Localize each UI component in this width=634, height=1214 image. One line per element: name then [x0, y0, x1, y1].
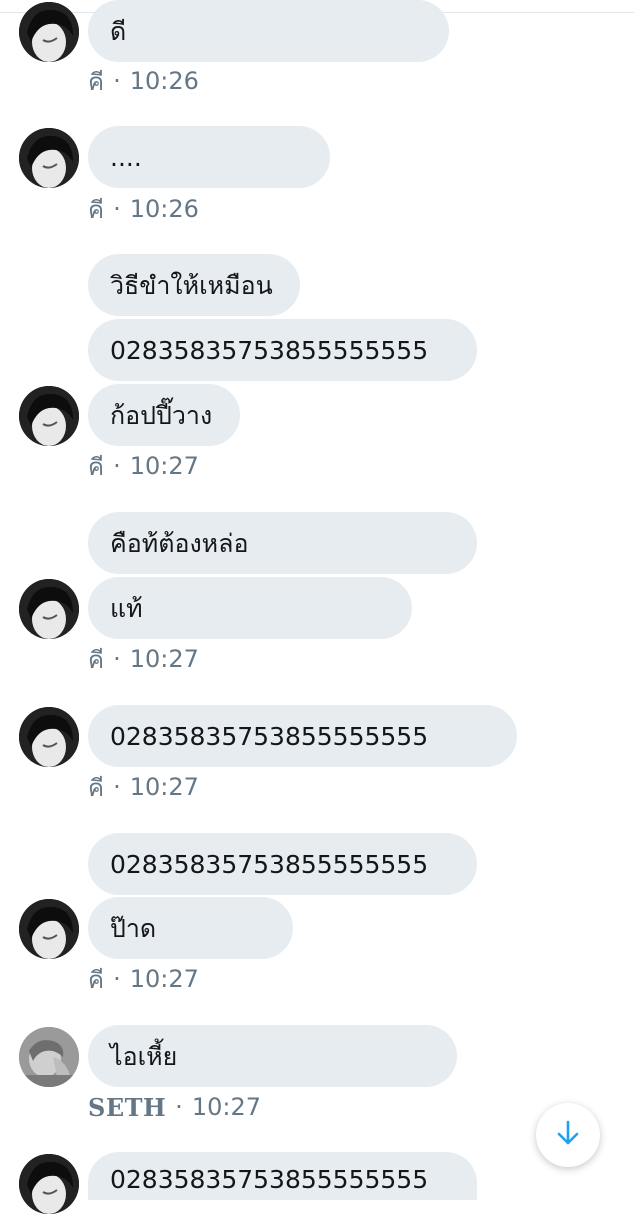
timestamp: 10:27 [191, 1093, 261, 1121]
message-meta: คี · 10:27 [88, 964, 199, 994]
sender-name: คี [88, 195, 105, 224]
message-meta: คี · 10:27 [88, 644, 199, 674]
message-meta: คี · 10:27 [88, 451, 199, 481]
message-text: คือท้ต้องหล่อ [110, 528, 249, 558]
avatar[interactable] [19, 579, 79, 639]
message-bubble[interactable]: 02835835753855555555 [88, 1152, 477, 1200]
message-bubble[interactable]: ก้อปปี๊วาง [88, 384, 240, 446]
sender-name: SETH [88, 1092, 167, 1122]
message-text: วิธีขำให้เหมือน [110, 270, 273, 300]
sender-name: คี [88, 773, 105, 802]
avatar[interactable] [19, 1154, 79, 1214]
message-bubble[interactable]: 02835835753855555555 [88, 319, 477, 381]
avatar[interactable] [19, 707, 79, 767]
message-bubble[interactable]: คือท้ต้องหล่อ [88, 512, 477, 574]
avatar[interactable] [19, 386, 79, 446]
sender-name: คี [88, 67, 105, 96]
separator-dot: · [113, 773, 121, 801]
timestamp: 10:27 [129, 645, 199, 673]
message-text: .... [110, 142, 142, 172]
message-meta: คี · 10:27 [88, 772, 199, 802]
timestamp: 10:27 [129, 773, 199, 801]
message-meta: SETH · 10:27 [88, 1092, 261, 1122]
separator-dot: · [113, 195, 121, 223]
message-text: ป๊าด [110, 913, 157, 943]
message-bubble[interactable]: วิธีขำให้เหมือน [88, 254, 300, 316]
separator-dot: · [113, 452, 121, 480]
timestamp: 10:26 [129, 67, 199, 95]
message-text: 02835835753855555555 [110, 1165, 429, 1194]
arrow-down-icon [553, 1118, 583, 1152]
avatar[interactable] [19, 128, 79, 188]
message-text: แท้ [110, 593, 143, 623]
message-meta: คี · 10:26 [88, 66, 199, 96]
separator-dot: · [113, 67, 121, 95]
message-text: 02835835753855555555 [110, 849, 429, 879]
message-bubble[interactable]: แท้ [88, 577, 412, 639]
message-bubble[interactable]: ไอเหี้ย [88, 1025, 457, 1087]
message-bubble[interactable]: 02835835753855555555 [88, 833, 477, 895]
message-text: 02835835753855555555 [110, 335, 429, 365]
timestamp: 10:26 [129, 195, 199, 223]
message-bubble[interactable]: ป๊าด [88, 897, 293, 959]
message-text: 02835835753855555555 [110, 721, 429, 751]
message-text: ไอเหี้ย [110, 1041, 178, 1071]
timestamp: 10:27 [129, 965, 199, 993]
message-bubble[interactable]: 02835835753855555555 [88, 705, 517, 767]
separator-dot: · [175, 1093, 183, 1121]
message-text: ก้อปปี๊วาง [110, 400, 213, 430]
message-bubble[interactable]: .... [88, 126, 330, 188]
message-meta: คี · 10:26 [88, 194, 199, 224]
scroll-to-bottom-button[interactable] [536, 1103, 600, 1167]
avatar[interactable] [19, 2, 79, 62]
separator-dot: · [113, 965, 121, 993]
message-text: ดี [110, 16, 127, 46]
sender-name: คี [88, 645, 105, 674]
message-bubble[interactable]: ดี [88, 0, 449, 62]
sender-name: คี [88, 452, 105, 481]
timestamp: 10:27 [129, 452, 199, 480]
avatar[interactable] [19, 1027, 79, 1087]
separator-dot: · [113, 645, 121, 673]
avatar[interactable] [19, 899, 79, 959]
sender-name: คี [88, 965, 105, 994]
